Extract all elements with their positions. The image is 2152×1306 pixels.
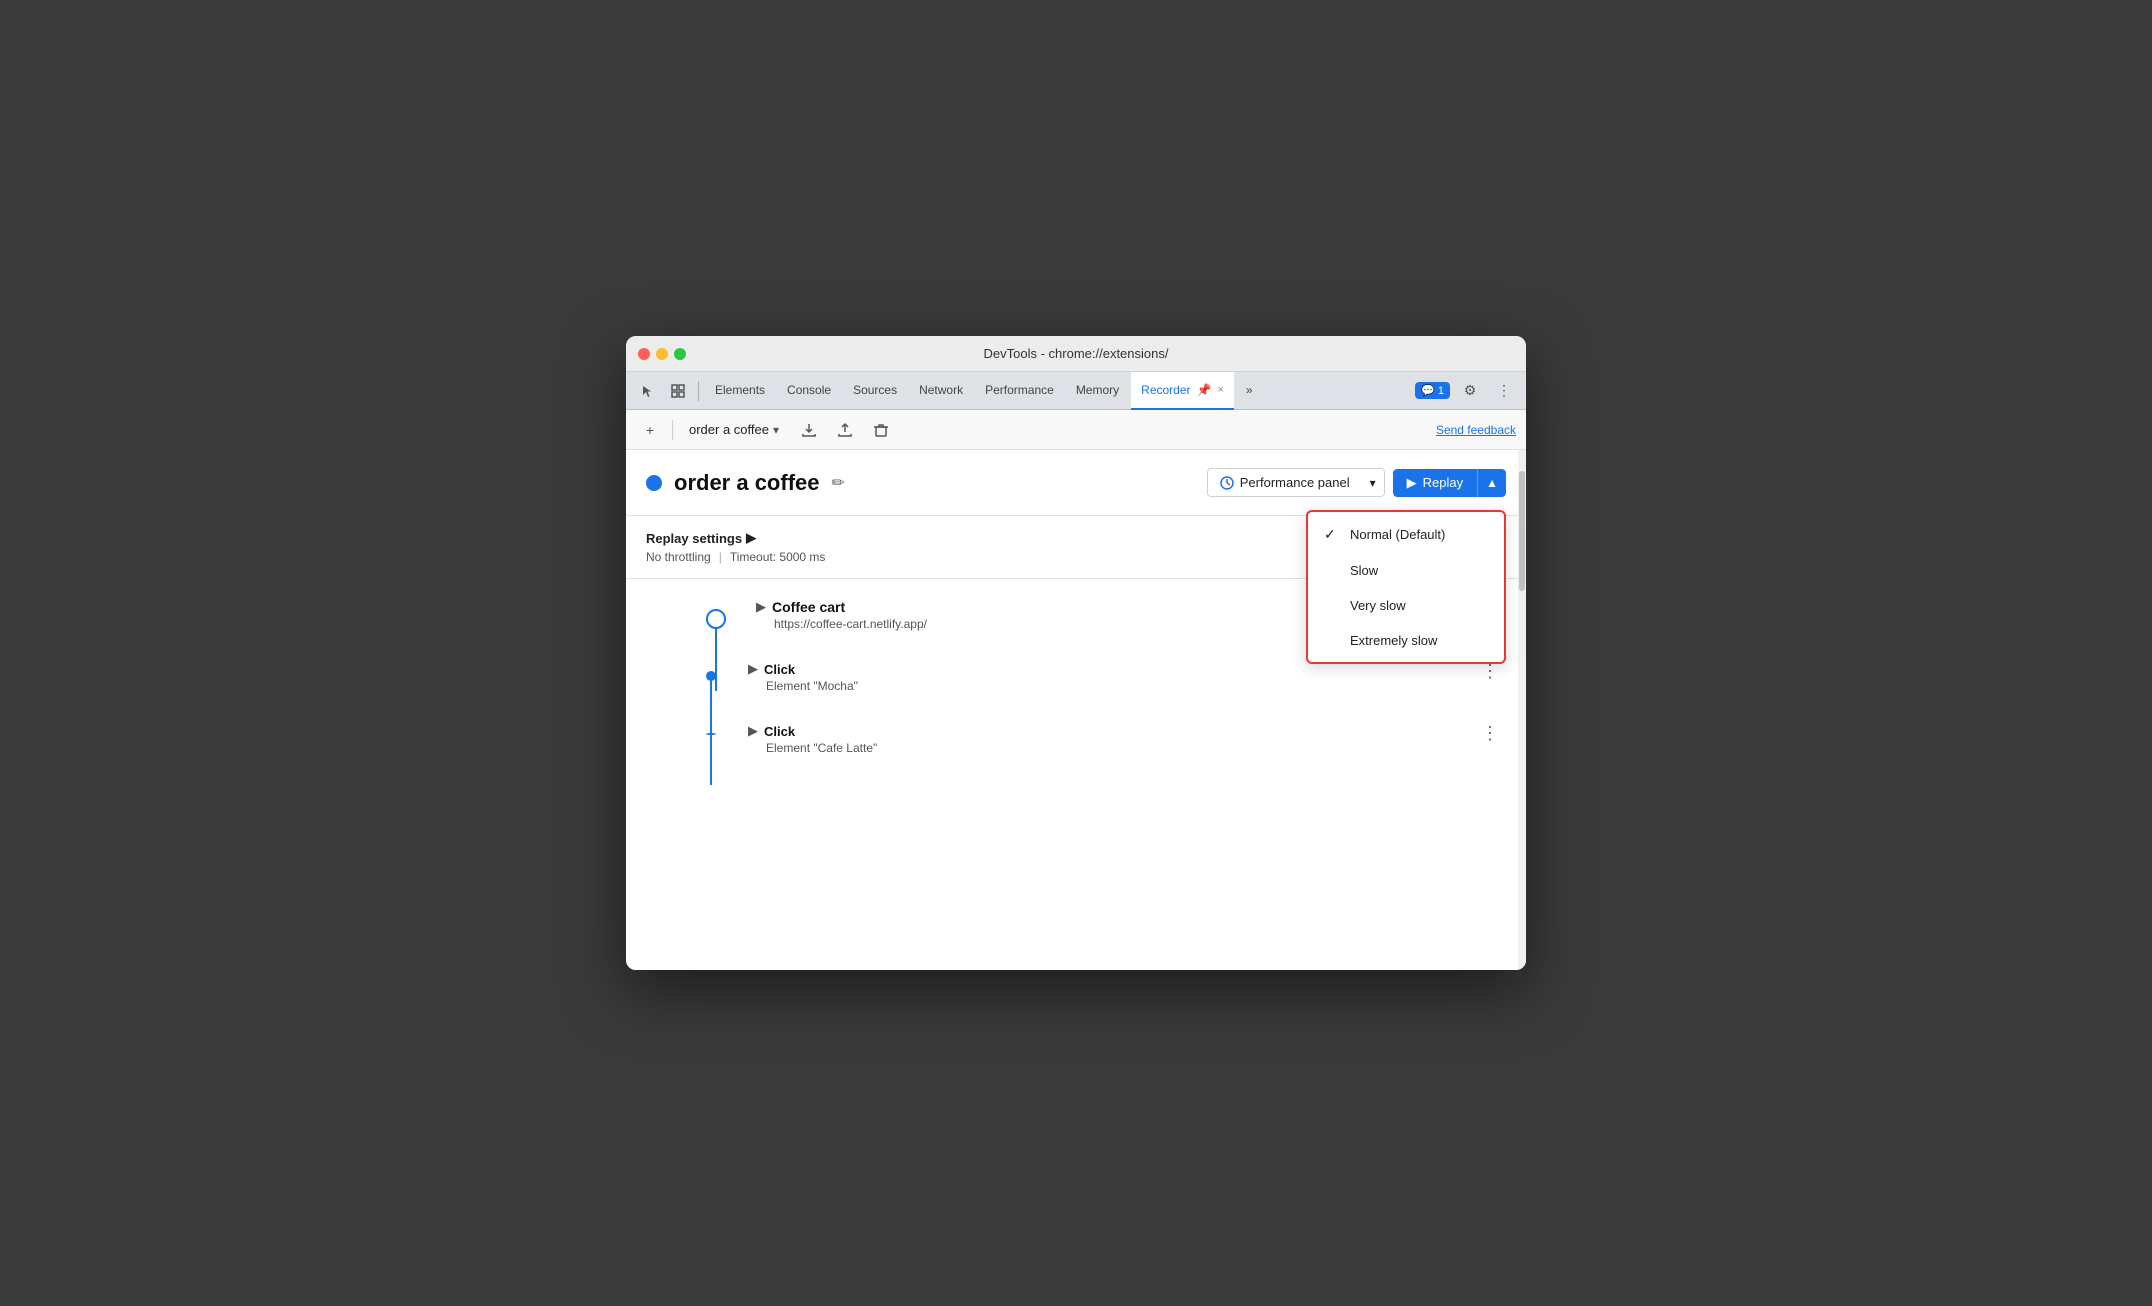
step2-content: ▶ Click Element "Mocha" [748,661,1475,693]
recording-selector[interactable]: order a coffee ▾ [681,420,787,439]
dropdown-item-very-slow[interactable]: Very slow [1308,588,1504,623]
step3-expand-icon[interactable]: ▶ [748,723,758,739]
step2-spacer [726,693,1506,723]
dropdown-item-normal[interactable]: ✓ Normal (Default) [1308,516,1504,553]
recording-title: order a coffee [674,470,820,496]
add-recording-button[interactable]: + [636,416,664,444]
step1-title: Coffee cart [772,599,845,615]
step3-subtitle: Element "Cafe Latte" [766,741,1475,755]
recorder-toolbar: + order a coffee ▾ Send feedback [626,410,1526,450]
replay-dropdown-button[interactable]: ▲ [1477,469,1506,497]
main-content: order a coffee ✏ Performance panel ▾ ▶ [626,450,1526,970]
export-button[interactable] [795,416,823,444]
tab-more[interactable]: » [1236,372,1263,410]
replay-group: ▶ Replay ▲ [1393,469,1506,497]
tab-network[interactable]: Network [909,372,973,410]
minimize-button[interactable] [656,348,668,360]
window-title: DevTools - chrome://extensions/ [984,346,1169,361]
inspect-icon-button[interactable] [664,377,692,405]
tab-right-icons: 💬 1 ⚙ ⋮ [1415,377,1518,405]
maximize-button[interactable] [674,348,686,360]
replay-button[interactable]: ▶ Replay [1393,469,1477,497]
step3-timeline [706,733,716,785]
more-options-icon-button[interactable]: ⋮ [1490,377,1518,405]
step3-header[interactable]: ▶ Click [748,723,1475,739]
title-bar: DevTools - chrome://extensions/ [626,336,1526,372]
toolbar-divider [672,420,673,440]
replay-play-icon: ▶ [1407,475,1417,491]
import-button[interactable] [831,416,859,444]
step1-expand-icon[interactable]: ▶ [756,599,766,615]
step3-row: ▶ Click Element "Cafe Latte" ⋮ [726,723,1506,755]
tab-elements[interactable]: Elements [705,372,775,410]
settings-icon-button[interactable]: ⚙ [1456,377,1484,405]
close-button[interactable] [638,348,650,360]
step2-expand-icon[interactable]: ▶ [748,661,758,677]
step-click-mocha: ▶ Click Element "Mocha" ⋮ [626,661,1526,723]
edit-recording-icon[interactable]: ✏ [832,473,845,493]
close-tab-icon[interactable]: × [1217,384,1223,396]
step2-subtitle: Element "Mocha" [766,679,1475,693]
header-right-actions: Performance panel ▾ ▶ Replay ▲ [1207,468,1506,497]
delete-recording-button[interactable] [867,416,895,444]
step2-row: ▶ Click Element "Mocha" ⋮ [726,661,1506,693]
devtools-window: DevTools - chrome://extensions/ Elements… [626,336,1526,970]
step3-line [710,735,712,785]
devtools-tab-bar: Elements Console Sources Network Perform… [626,372,1526,410]
step2-dot [706,671,716,681]
step3-more-button[interactable]: ⋮ [1475,723,1506,744]
scrollbar-thumb[interactable] [1519,471,1525,591]
traffic-lights [638,348,686,360]
recording-header: order a coffee ✏ Performance panel ▾ ▶ [626,450,1526,516]
step2-more-button[interactable]: ⋮ [1475,661,1506,682]
recording-status-dot [646,475,662,491]
dropdown-item-slow[interactable]: Slow [1308,553,1504,588]
step3-title: Click [764,724,795,739]
tab-performance[interactable]: Performance [975,372,1064,410]
checkmark-icon: ✓ [1324,526,1340,543]
tab-memory[interactable]: Memory [1066,372,1129,410]
tab-recorder[interactable]: Recorder 📌 × [1131,372,1234,410]
perf-panel-group: Performance panel ▾ [1207,468,1385,497]
dropdown-item-extremely-slow[interactable]: Extremely slow [1308,623,1504,658]
step3-dot [706,733,716,735]
settings-divider: | [719,550,722,564]
chat-badge[interactable]: 💬 1 [1415,382,1450,399]
scrollbar-track [1518,450,1526,970]
chevron-down-icon: ▾ [773,423,779,437]
step3-content: ▶ Click Element "Cafe Latte" [748,723,1475,755]
pin-icon: 📌 [1197,383,1212,397]
send-feedback-link[interactable]: Send feedback [1436,423,1516,437]
step1-circle [706,609,726,629]
step-click-cafelatte: ▶ Click Element "Cafe Latte" ⋮ [626,723,1526,755]
tab-divider [698,381,699,401]
perf-panel-dropdown-button[interactable]: ▾ [1362,468,1385,497]
performance-panel-button[interactable]: Performance panel [1207,468,1362,497]
cursor-icon-button[interactable] [634,377,662,405]
replay-speed-dropdown: ✓ Normal (Default) Slow Very slow Extrem… [1306,510,1506,664]
tab-console[interactable]: Console [777,372,841,410]
step2-title: Click [764,662,795,677]
tab-sources[interactable]: Sources [843,372,907,410]
